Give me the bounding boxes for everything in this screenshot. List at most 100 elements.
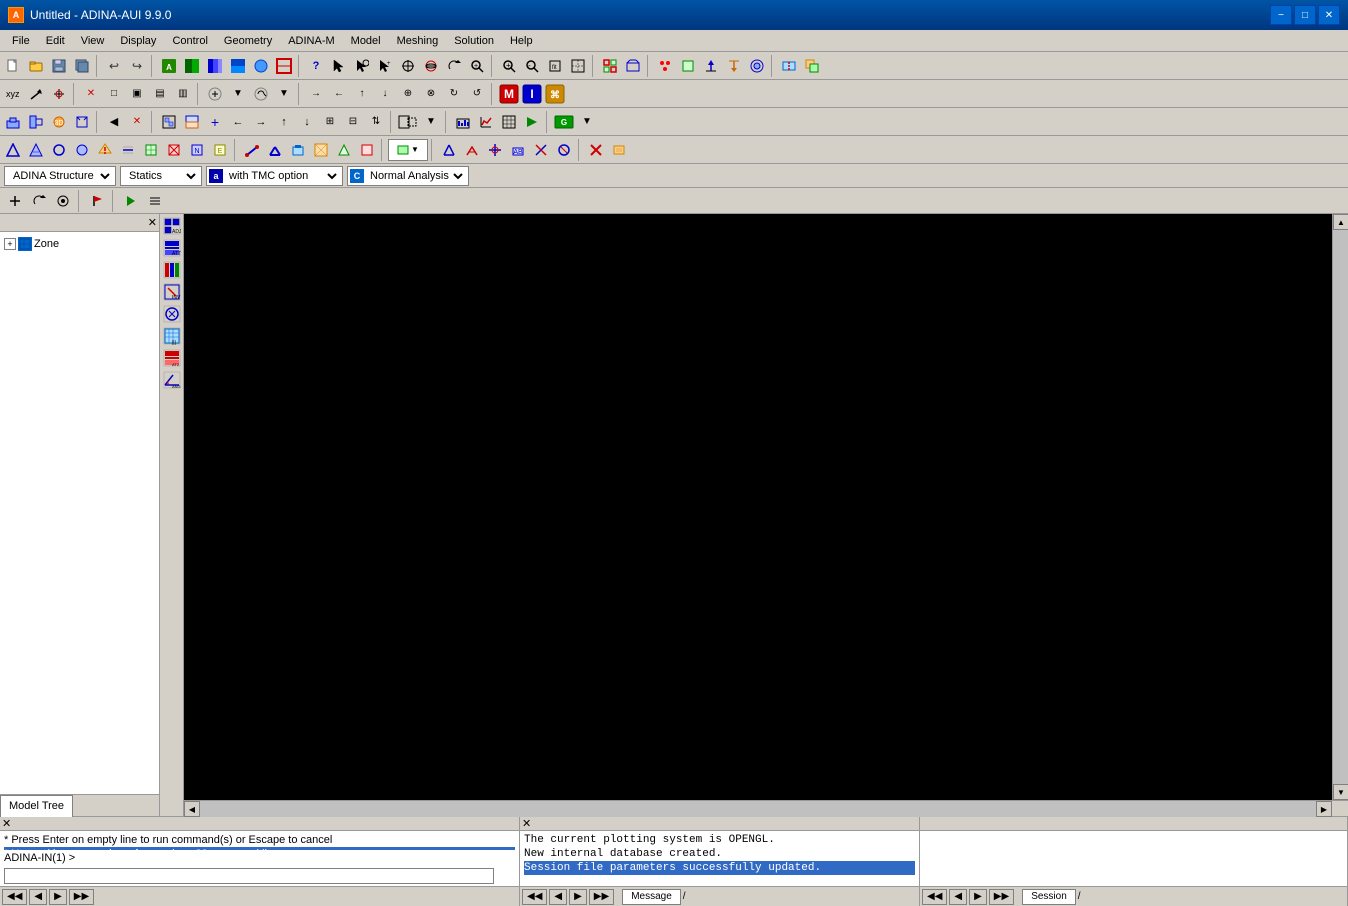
zoom-in-button[interactable]: + bbox=[498, 55, 520, 77]
analysis-dropdown[interactable]: Statics Dynamics Frequency bbox=[123, 167, 199, 185]
msg-nav-prev[interactable]: ◀ bbox=[549, 889, 567, 905]
menu-help[interactable]: Help bbox=[502, 33, 541, 49]
tb-blue-2[interactable] bbox=[227, 55, 249, 77]
module-dropdown[interactable]: ADINA Structure ADINA CFD ADINA TMC bbox=[7, 167, 113, 185]
r4-t10[interactable]: E bbox=[209, 139, 231, 161]
r4-t6[interactable] bbox=[117, 139, 139, 161]
r2-circle-1[interactable] bbox=[204, 83, 226, 105]
pb-rotate-btn[interactable] bbox=[28, 190, 50, 212]
r3-cross[interactable]: ✕ bbox=[126, 111, 148, 133]
section-button[interactable] bbox=[778, 55, 800, 77]
mesh-icon-btn[interactable]: ||| bbox=[162, 326, 182, 346]
r4-struct5[interactable] bbox=[333, 139, 355, 161]
sess-nav-next[interactable]: ▶ bbox=[969, 889, 987, 905]
new-button[interactable] bbox=[2, 55, 24, 77]
r2-t3[interactable]: ▣ bbox=[126, 83, 148, 105]
undo-button[interactable]: ↩ bbox=[103, 55, 125, 77]
wire-display-button[interactable] bbox=[622, 55, 644, 77]
r4-struct3[interactable] bbox=[287, 139, 309, 161]
option-dropdown[interactable]: with TMC option without TMC option bbox=[225, 167, 340, 185]
r2-g7[interactable]: ↻ bbox=[443, 83, 465, 105]
r3-back[interactable]: ◀ bbox=[103, 111, 125, 133]
panel-close-btn[interactable]: ✕ bbox=[148, 216, 157, 229]
select-button[interactable] bbox=[351, 55, 373, 77]
msg-nav-last[interactable]: ▶▶ bbox=[589, 889, 614, 905]
scroll-right-button[interactable]: ▶ bbox=[1316, 801, 1332, 817]
save-all-button[interactable] bbox=[71, 55, 93, 77]
tb-green-1[interactable]: A bbox=[158, 55, 180, 77]
r3-expand[interactable]: ⊞ bbox=[319, 111, 341, 133]
r3-plot2[interactable] bbox=[475, 111, 497, 133]
r3-arrow-u[interactable]: ↑ bbox=[273, 111, 295, 133]
menu-meshing[interactable]: Meshing bbox=[389, 33, 447, 49]
zoom-center-button[interactable] bbox=[567, 55, 589, 77]
r4-c4[interactable]: AB bbox=[507, 139, 529, 161]
r4-t9[interactable]: N bbox=[186, 139, 208, 161]
r4-t5[interactable] bbox=[94, 139, 116, 161]
maximize-button[interactable]: □ bbox=[1294, 5, 1316, 25]
r4-t1[interactable] bbox=[2, 139, 24, 161]
node-button[interactable] bbox=[654, 55, 676, 77]
r3-flip[interactable]: ⇅ bbox=[365, 111, 387, 133]
zoom-fit-button[interactable]: fit bbox=[544, 55, 566, 77]
message-tab[interactable]: Message bbox=[622, 889, 681, 905]
input-nav-first[interactable]: ◀◀ bbox=[2, 889, 27, 905]
r4-struct2[interactable] bbox=[264, 139, 286, 161]
canvas-area[interactable] bbox=[184, 214, 1332, 800]
r2-g6[interactable]: ⊗ bbox=[420, 83, 442, 105]
tb-blue-1[interactable] bbox=[204, 55, 226, 77]
zoom-out-button[interactable]: - bbox=[521, 55, 543, 77]
r3-t3[interactable]: 3D bbox=[48, 111, 70, 133]
pb-circle-btn[interactable] bbox=[52, 190, 74, 212]
help-toolbar-button[interactable]: ? bbox=[305, 55, 327, 77]
menu-view[interactable]: View bbox=[73, 33, 113, 49]
r3-t1[interactable] bbox=[2, 111, 24, 133]
r2-t2[interactable]: □ bbox=[103, 83, 125, 105]
menu-display[interactable]: Display bbox=[112, 33, 164, 49]
r4-struct1[interactable] bbox=[241, 139, 263, 161]
m-btn[interactable]: M bbox=[498, 83, 520, 105]
option-dropdown-wrapper[interactable]: a with TMC option without TMC option bbox=[206, 166, 343, 186]
sess-nav-last[interactable]: ▶▶ bbox=[989, 889, 1014, 905]
analysis-type-dropdown-wrapper[interactable]: C Normal Analysis Restart Analysis bbox=[347, 166, 469, 186]
cmd-btn[interactable]: ⌘ bbox=[544, 83, 566, 105]
r3-table[interactable] bbox=[498, 111, 520, 133]
material-button[interactable] bbox=[746, 55, 768, 77]
r3-arrow-dd[interactable]: ▼ bbox=[420, 111, 442, 133]
ang-icon-btn[interactable]: ANG bbox=[162, 370, 182, 390]
r4-c2[interactable] bbox=[461, 139, 483, 161]
r3-arrow-l[interactable]: ← bbox=[227, 111, 249, 133]
r2-t5[interactable]: ▥ bbox=[172, 83, 194, 105]
r4-c3[interactable] bbox=[484, 139, 506, 161]
scroll-down-button[interactable]: ▼ bbox=[1333, 784, 1348, 800]
menu-control[interactable]: Control bbox=[164, 33, 215, 49]
r3-t4[interactable] bbox=[71, 111, 93, 133]
bc-button[interactable] bbox=[700, 55, 722, 77]
menu-geometry[interactable]: Geometry bbox=[216, 33, 280, 49]
input-nav-last[interactable]: ▶▶ bbox=[69, 889, 94, 905]
snap-btn[interactable] bbox=[48, 83, 70, 105]
menu-edit[interactable]: Edit bbox=[38, 33, 73, 49]
pb-play-btn[interactable] bbox=[120, 190, 142, 212]
sess-nav-prev[interactable]: ◀ bbox=[949, 889, 967, 905]
r4-struct4[interactable] bbox=[310, 139, 332, 161]
r3-green-sq[interactable]: G bbox=[553, 111, 575, 133]
r2-g8[interactable]: ↺ bbox=[466, 83, 488, 105]
inv-icon-btn[interactable]: INV bbox=[162, 282, 182, 302]
r4-c5[interactable] bbox=[530, 139, 552, 161]
menu-model[interactable]: Model bbox=[343, 33, 389, 49]
session-tab[interactable]: Session bbox=[1022, 889, 1076, 905]
r2-t1[interactable]: ✕ bbox=[80, 83, 102, 105]
r2-g4[interactable]: ↓ bbox=[374, 83, 396, 105]
mesh-display-button[interactable] bbox=[599, 55, 621, 77]
r3-plus[interactable]: + bbox=[204, 111, 226, 133]
r3-plot1[interactable] bbox=[452, 111, 474, 133]
model-tree-tab-btn[interactable]: Model Tree bbox=[0, 795, 73, 817]
r4-t3[interactable] bbox=[48, 139, 70, 161]
r4-t2[interactable] bbox=[25, 139, 47, 161]
scroll-left-button[interactable]: ◀ bbox=[184, 801, 200, 817]
msg-nav-next[interactable]: ▶ bbox=[569, 889, 587, 905]
r2-t4[interactable]: ▤ bbox=[149, 83, 171, 105]
pb-move-btn[interactable] bbox=[4, 190, 26, 212]
analysis-type-dropdown[interactable]: Normal Analysis Restart Analysis bbox=[366, 167, 466, 185]
